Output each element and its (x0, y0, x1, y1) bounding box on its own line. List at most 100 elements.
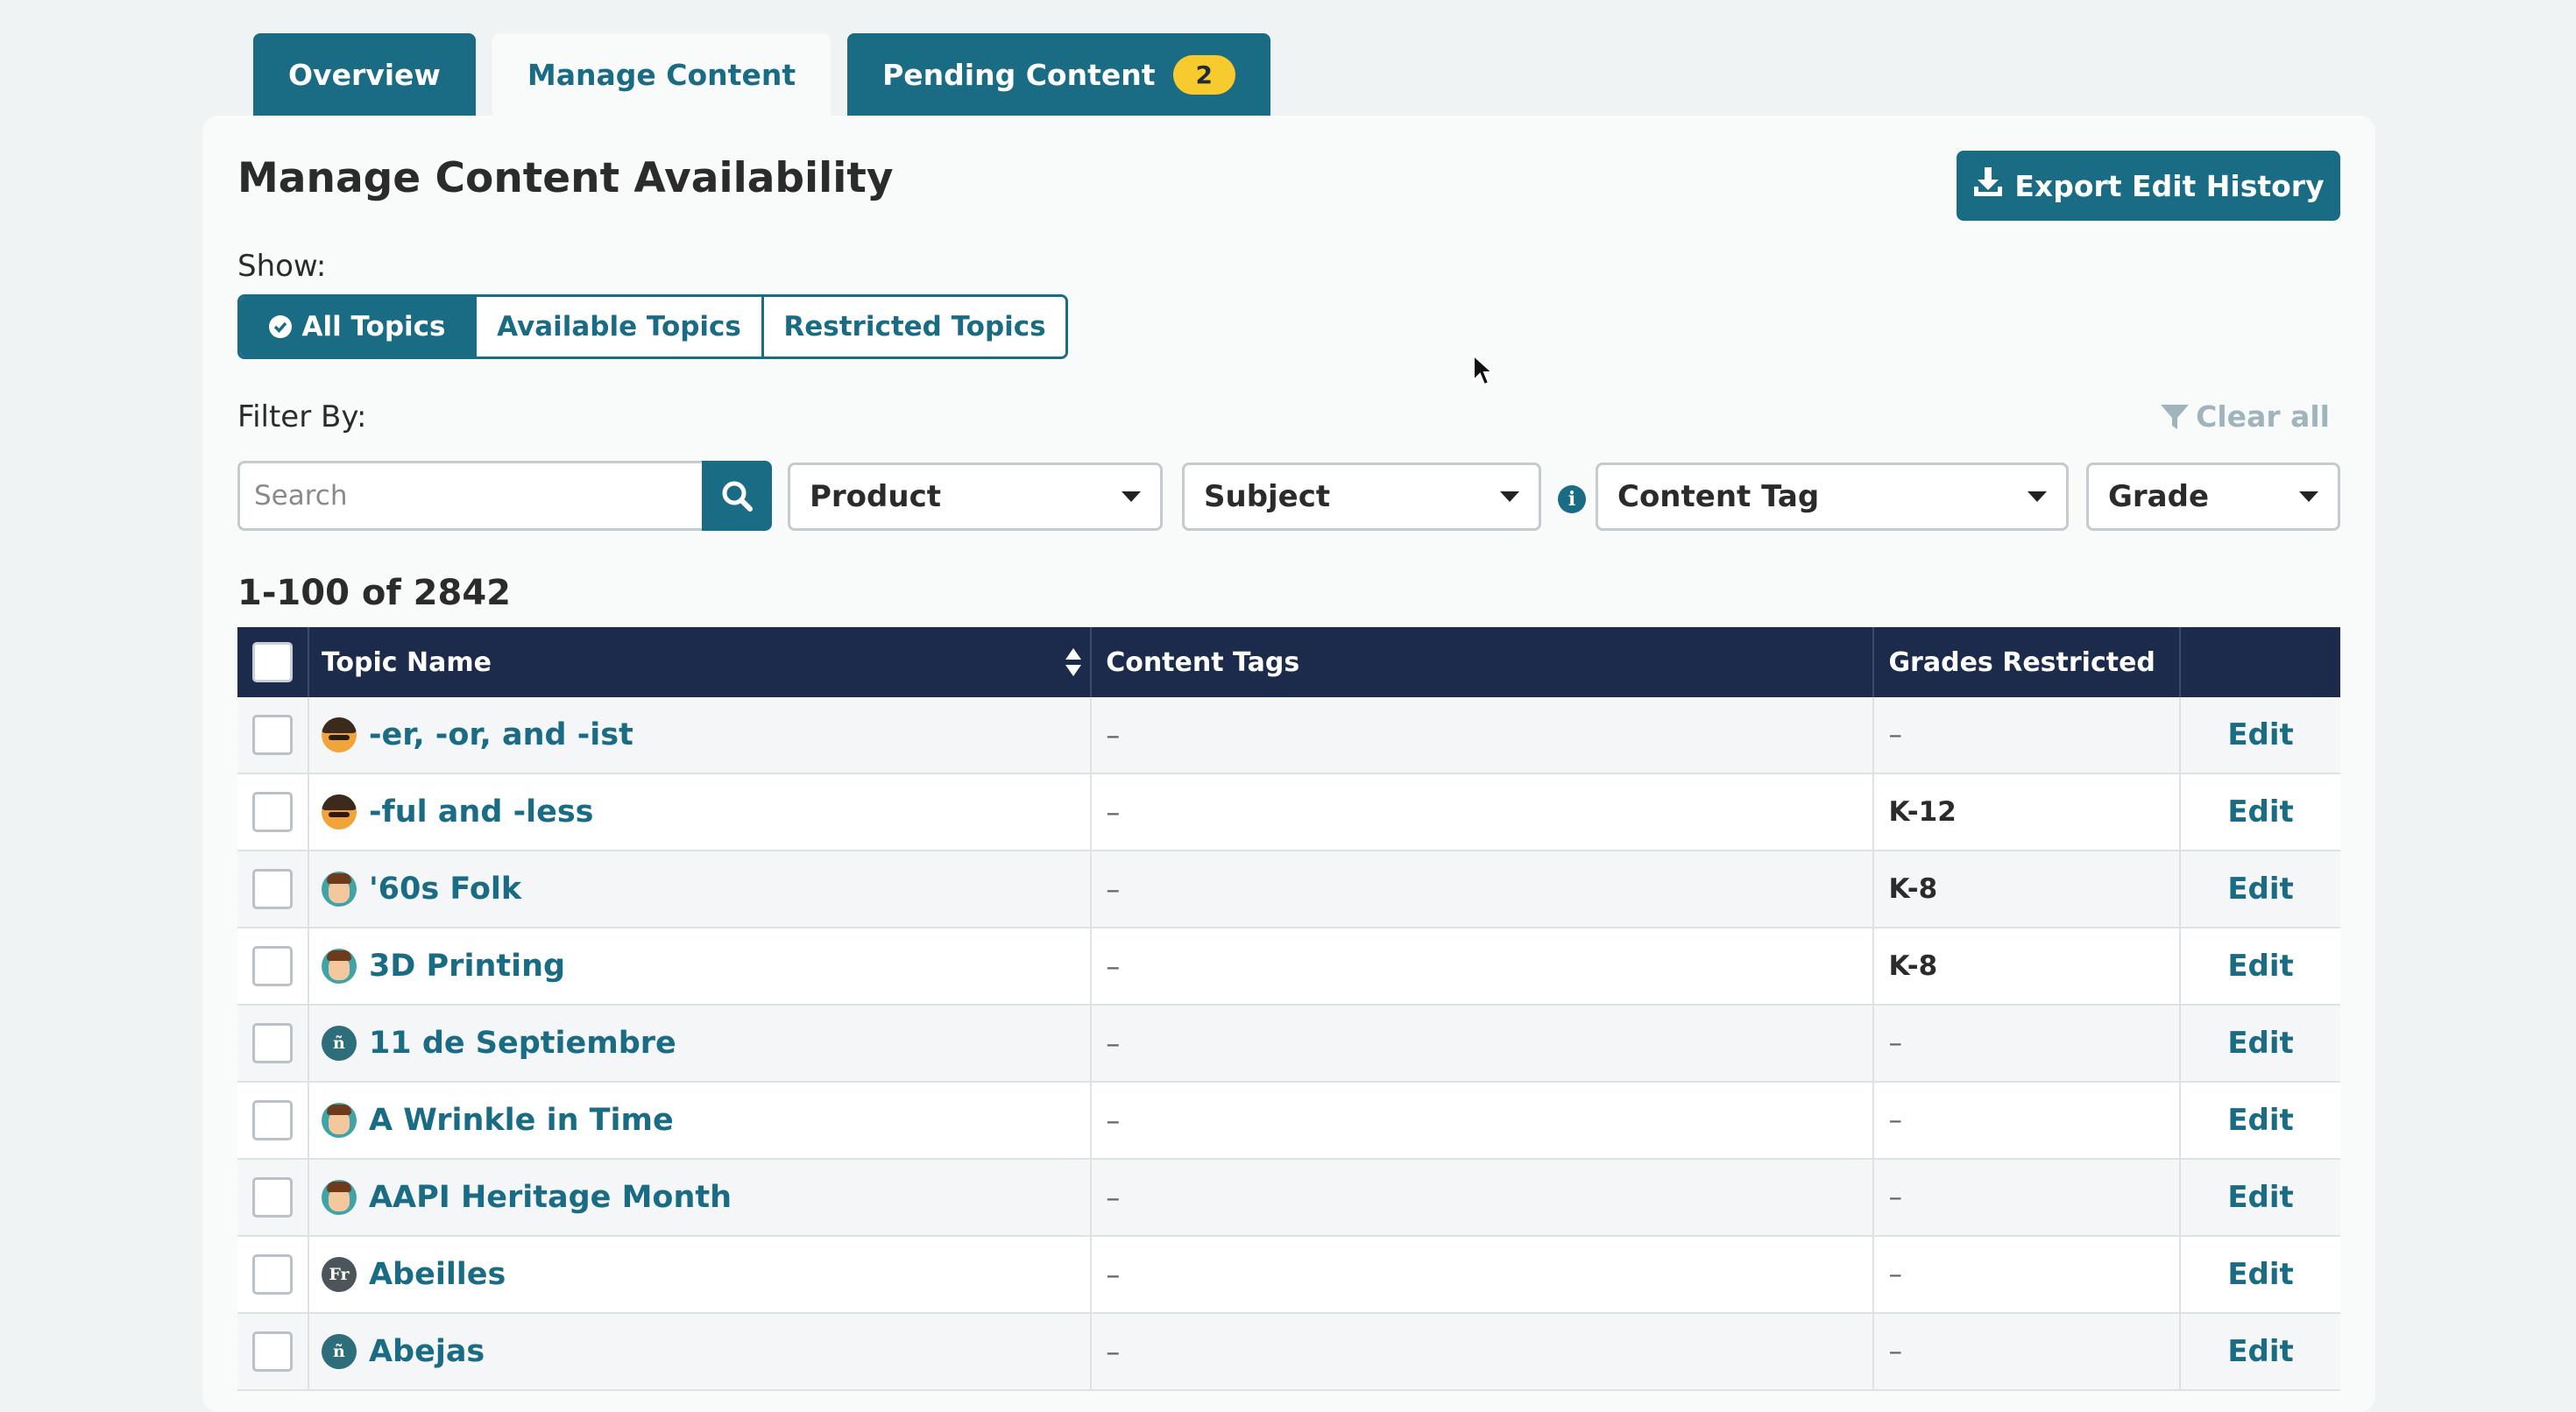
edit-label: Edit (2227, 1103, 2294, 1138)
content-tags-value: – (1106, 1335, 1121, 1368)
content-tags-header-label: Content Tags (1106, 646, 1300, 678)
subject-filter[interactable]: Subject (1182, 462, 1541, 531)
row-checkbox[interactable] (251, 1254, 293, 1295)
topic-name-cell: A Wrinkle in Time (309, 1083, 1093, 1158)
grades-restricted-cell: K-8 (1874, 928, 2182, 1004)
edit-label: Edit (2227, 1180, 2294, 1215)
content-tag-filter[interactable]: Content Tag (1596, 462, 2069, 531)
content-panel: Manage Content Availability Export Edit … (202, 116, 2375, 1412)
grades-restricted-value: – (1888, 1105, 1902, 1136)
topic-name-link[interactable]: 3D Printing (369, 949, 565, 984)
export-edit-history-button[interactable]: Export Edit History (1957, 151, 2340, 221)
edit-button[interactable]: Edit (2181, 697, 2340, 773)
topic-name-cell: ñ Abejas (309, 1314, 1093, 1389)
edit-button[interactable]: Edit (2181, 1314, 2340, 1389)
edit-label: Edit (2227, 794, 2294, 830)
edit-button[interactable]: Edit (2181, 851, 2340, 927)
content-tags-header: Content Tags (1092, 627, 1875, 697)
tab-manage-content-label: Manage Content (527, 57, 796, 92)
row-checkbox[interactable] (251, 792, 293, 832)
grades-restricted-cell: K-12 (1874, 774, 2182, 850)
topic-name-link[interactable]: 11 de Septiembre (369, 1026, 676, 1061)
tab-overview-label: Overview (288, 57, 441, 92)
content-tags-cell: – (1092, 1314, 1875, 1389)
edit-button[interactable]: Edit (2181, 1006, 2340, 1081)
content-tags-value: – (1106, 1258, 1121, 1291)
topic-name-cell: AAPI Heritage Month (309, 1160, 1093, 1235)
product-filter[interactable]: Product (788, 462, 1163, 531)
content-tags-value: – (1106, 718, 1121, 752)
table-row: 3D Printing – K-8 Edit (237, 928, 2340, 1006)
clear-all-button[interactable]: Clear all (2159, 399, 2330, 434)
table-row: -er, -or, and -ist – – Edit (237, 697, 2340, 774)
pending-count-badge: 2 (1172, 54, 1235, 95)
all-topics-toggle[interactable]: All Topics (240, 297, 477, 357)
tab-manage-content[interactable]: Manage Content (492, 33, 832, 116)
topic-name-link[interactable]: -ful and -less (369, 794, 594, 830)
clear-all-label: Clear all (2196, 399, 2330, 434)
caret-down-icon (2028, 491, 2047, 502)
table-row: ñ 11 de Septiembre – – Edit (237, 1006, 2340, 1083)
actions-header (2181, 627, 2340, 697)
content-tags-value: – (1106, 795, 1121, 829)
topic-name-link[interactable]: A Wrinkle in Time (369, 1103, 674, 1138)
topic-name-cell: 3D Printing (309, 928, 1093, 1004)
edit-button[interactable]: Edit (2181, 774, 2340, 850)
grades-restricted-header: Grades Restricted (1874, 627, 2182, 697)
grades-restricted-cell: – (1874, 1237, 2182, 1312)
row-checkbox[interactable] (251, 1177, 293, 1218)
restricted-topics-label: Restricted Topics (783, 311, 1046, 342)
table-row: A Wrinkle in Time – – Edit (237, 1083, 2340, 1160)
topic-name-link[interactable]: '60s Folk (369, 872, 521, 907)
topic-name-link[interactable]: Abejas (369, 1334, 485, 1369)
topic-name-header[interactable]: Topic Name (309, 627, 1093, 697)
content-tags-cell: – (1092, 774, 1875, 850)
table-body: -er, -or, and -ist – – Edit -ful and -less – K… (237, 697, 2340, 1391)
table-row: Fr Abeilles – – Edit (237, 1237, 2340, 1314)
sort-icon[interactable] (1064, 646, 1083, 685)
edit-button[interactable]: Edit (2181, 1237, 2340, 1312)
edit-label: Edit (2227, 872, 2294, 907)
available-topics-toggle[interactable]: Available Topics (477, 297, 764, 357)
topic-name-link[interactable]: AAPI Heritage Month (369, 1180, 732, 1215)
edit-button[interactable]: Edit (2181, 928, 2340, 1004)
caret-down-icon (1500, 491, 1519, 502)
select-all-checkbox[interactable] (251, 642, 293, 682)
available-topics-label: Available Topics (497, 311, 741, 342)
spanish-language-icon: ñ (321, 1334, 357, 1369)
edit-button[interactable]: Edit (2181, 1160, 2340, 1235)
grades-restricted-value: – (1888, 719, 1902, 751)
product-filter-label: Product (810, 479, 941, 514)
subject-filter-label: Subject (1204, 479, 1331, 514)
content-tags-value: – (1106, 1181, 1121, 1214)
row-checkbox[interactable] (251, 1100, 293, 1140)
content-tags-cell: – (1092, 697, 1875, 773)
row-checkbox[interactable] (251, 715, 293, 755)
filter-funnel-icon (2159, 401, 2190, 433)
row-checkbox[interactable] (251, 869, 293, 909)
grade-filter-label: Grade (2108, 479, 2210, 514)
restricted-topics-toggle[interactable]: Restricted Topics (764, 297, 1065, 357)
character-avatar-icon (321, 794, 357, 830)
content-tags-cell: – (1092, 1006, 1875, 1081)
grades-restricted-value: – (1888, 1027, 1902, 1059)
spanish-language-icon: ñ (321, 1026, 357, 1061)
tab-overview[interactable]: Overview (253, 33, 476, 116)
grades-restricted-cell: – (1874, 1006, 2182, 1081)
table-row: AAPI Heritage Month – – Edit (237, 1160, 2340, 1237)
tab-bar: Overview Manage Content Pending Content … (253, 33, 1270, 116)
tab-pending-content[interactable]: Pending Content 2 (847, 33, 1270, 116)
content-tags-cell: – (1092, 928, 1875, 1004)
row-checkbox[interactable] (251, 1023, 293, 1063)
topic-name-link[interactable]: -er, -or, and -ist (369, 717, 633, 752)
topic-name-link[interactable]: Abeilles (369, 1257, 506, 1292)
grade-filter[interactable]: Grade (2086, 462, 2340, 531)
character-avatar-icon (321, 1180, 357, 1215)
row-checkbox[interactable] (251, 946, 293, 986)
row-checkbox[interactable] (251, 1331, 293, 1372)
info-icon[interactable]: i (1558, 485, 1586, 513)
edit-button[interactable]: Edit (2181, 1083, 2340, 1158)
grades-restricted-value: K-8 (1888, 873, 1938, 905)
search-input[interactable] (237, 461, 702, 531)
search-button[interactable] (702, 461, 772, 531)
